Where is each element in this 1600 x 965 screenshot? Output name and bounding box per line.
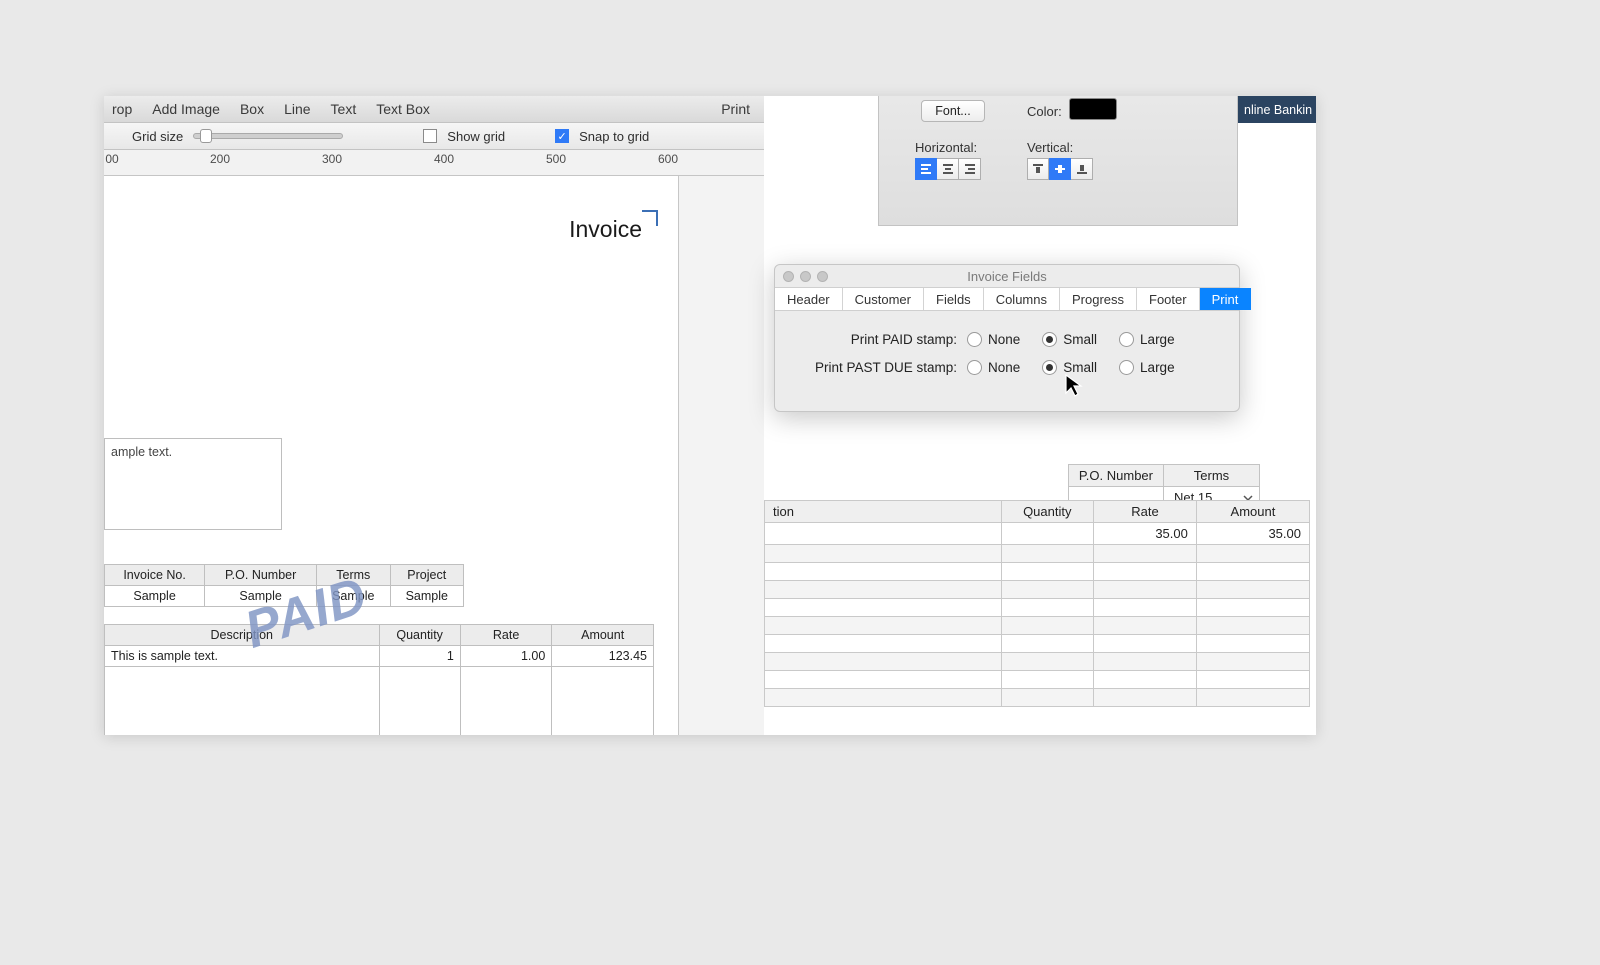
ruler-tick-200: 200 bbox=[210, 152, 230, 166]
line-header-desc: Description bbox=[105, 625, 380, 646]
pastdue-none-radio[interactable] bbox=[967, 360, 982, 375]
grid-rate[interactable]: 35.00 bbox=[1094, 523, 1197, 545]
dialog-body: Print PAID stamp: None Small Large Print… bbox=[775, 311, 1239, 395]
sum-header-po: P.O. Number bbox=[1068, 465, 1163, 487]
selection-handle-icon[interactable] bbox=[642, 210, 658, 226]
grid-size-label: Grid size bbox=[132, 129, 183, 144]
opt-large: Large bbox=[1140, 360, 1175, 375]
info-header-invoice: Invoice No. bbox=[105, 565, 205, 586]
editor-toolbar: rop Add Image Box Line Text Text Box Pri… bbox=[104, 96, 764, 123]
add-image-button[interactable]: Add Image bbox=[152, 101, 220, 117]
tab-fields[interactable]: Fields bbox=[924, 288, 984, 310]
box-button[interactable]: Box bbox=[240, 101, 264, 117]
formatting-panel: Font... Color: Horizontal: bbox=[878, 96, 1238, 226]
tab-customer[interactable]: Customer bbox=[843, 288, 924, 310]
print-button[interactable]: Print bbox=[721, 101, 750, 117]
sample-text-box[interactable]: ample text. bbox=[104, 438, 282, 530]
line-desc[interactable]: This is sample text. bbox=[105, 646, 380, 667]
color-swatch[interactable] bbox=[1069, 98, 1117, 120]
line-items-grid: tion Quantity Rate Amount 35.00 35.00 bbox=[764, 500, 1310, 707]
tab-footer[interactable]: Footer bbox=[1137, 288, 1200, 310]
grid-amount[interactable]: 35.00 bbox=[1196, 523, 1309, 545]
paid-none-radio[interactable] bbox=[967, 332, 982, 347]
horizontal-label: Horizontal: bbox=[915, 140, 977, 155]
grid-h-qty: Quantity bbox=[1001, 501, 1094, 523]
tab-columns[interactable]: Columns bbox=[984, 288, 1060, 310]
dialog-tabbar: Header Customer Fields Columns Progress … bbox=[775, 287, 1239, 311]
paid-large-radio[interactable] bbox=[1119, 332, 1134, 347]
sum-header-terms: Terms bbox=[1164, 465, 1260, 487]
ruler-tick-500: 500 bbox=[546, 152, 566, 166]
line-amount[interactable]: 123.45 bbox=[552, 646, 654, 667]
paid-small-radio[interactable] bbox=[1042, 332, 1057, 347]
ruler-tick-0: 00 bbox=[105, 152, 118, 166]
opt-large: Large bbox=[1140, 332, 1175, 347]
slider-thumb[interactable] bbox=[200, 129, 212, 143]
line-button[interactable]: Line bbox=[284, 101, 310, 117]
font-button[interactable]: Font... bbox=[921, 100, 985, 122]
opt-none: None bbox=[988, 360, 1020, 375]
info-cell[interactable]: Sample bbox=[390, 586, 463, 607]
paid-stamp-label: Print PAID stamp: bbox=[797, 332, 967, 347]
pastdue-large-radio[interactable] bbox=[1119, 360, 1134, 375]
show-grid-checkbox[interactable] bbox=[423, 129, 437, 143]
textbox-button[interactable]: Text Box bbox=[376, 101, 430, 117]
tab-print[interactable]: Print bbox=[1200, 288, 1252, 310]
valign-bottom-button[interactable] bbox=[1071, 158, 1093, 180]
pastdue-small-radio[interactable] bbox=[1042, 360, 1057, 375]
line-header-amount: Amount bbox=[552, 625, 654, 646]
info-cell[interactable]: Sample bbox=[317, 586, 390, 607]
valign-top-button[interactable] bbox=[1027, 158, 1049, 180]
line-header-rate: Rate bbox=[460, 625, 552, 646]
opt-none: None bbox=[988, 332, 1020, 347]
snap-grid-checkbox[interactable]: ✓ bbox=[555, 129, 569, 143]
snap-grid-label: Snap to grid bbox=[579, 129, 649, 144]
invoice-info-table: Invoice No. P.O. Number Terms Project Sa… bbox=[104, 564, 464, 607]
nav-online-banking[interactable]: nline Bankin bbox=[1238, 96, 1316, 123]
info-header-po: P.O. Number bbox=[205, 565, 317, 586]
pastdue-stamp-label: Print PAST DUE stamp: bbox=[797, 360, 967, 375]
color-label: Color: bbox=[1027, 104, 1062, 119]
info-header-project: Project bbox=[390, 565, 463, 586]
invoice-title-area: Invoice bbox=[569, 216, 658, 243]
cursor-icon bbox=[1064, 373, 1084, 399]
line-rate[interactable]: 1.00 bbox=[460, 646, 552, 667]
crop-button[interactable]: rop bbox=[112, 101, 132, 117]
invoice-title: Invoice bbox=[569, 216, 642, 242]
align-center-button[interactable] bbox=[937, 158, 959, 180]
grid-h-amount: Amount bbox=[1196, 501, 1309, 523]
opt-small: Small bbox=[1063, 332, 1097, 347]
align-right-button[interactable] bbox=[959, 158, 981, 180]
info-cell[interactable]: Sample bbox=[105, 586, 205, 607]
editor-options: Grid size Show grid ✓ Snap to grid bbox=[104, 123, 764, 150]
info-cell[interactable]: Sample bbox=[205, 586, 317, 607]
tab-header[interactable]: Header bbox=[775, 288, 843, 310]
text-button[interactable]: Text bbox=[331, 101, 357, 117]
grid-cell[interactable] bbox=[765, 523, 1002, 545]
show-grid-label: Show grid bbox=[447, 129, 505, 144]
grid-h-rate: Rate bbox=[1094, 501, 1197, 523]
ruler-tick-400: 400 bbox=[434, 152, 454, 166]
invoice-fields-dialog: Invoice Fields Header Customer Fields Co… bbox=[774, 264, 1240, 412]
info-header-terms: Terms bbox=[317, 565, 390, 586]
vertical-label: Vertical: bbox=[1027, 140, 1073, 155]
line-header-qty: Quantity bbox=[379, 625, 460, 646]
dialog-title: Invoice Fields bbox=[775, 269, 1239, 284]
ruler: 00 200 300 400 500 600 bbox=[104, 150, 764, 176]
grid-h-desc: tion bbox=[765, 501, 1002, 523]
align-left-button[interactable] bbox=[915, 158, 937, 180]
ruler-tick-300: 300 bbox=[322, 152, 342, 166]
invoice-line-table: Description Quantity Rate Amount This is… bbox=[104, 624, 654, 735]
valign-middle-button[interactable] bbox=[1049, 158, 1071, 180]
ruler-tick-600: 600 bbox=[658, 152, 678, 166]
sample-text: ample text. bbox=[111, 445, 172, 459]
grid-cell[interactable] bbox=[1001, 523, 1094, 545]
line-qty[interactable]: 1 bbox=[379, 646, 460, 667]
tab-progress[interactable]: Progress bbox=[1060, 288, 1137, 310]
grid-size-slider[interactable] bbox=[193, 133, 343, 139]
dialog-titlebar[interactable]: Invoice Fields bbox=[775, 265, 1239, 287]
